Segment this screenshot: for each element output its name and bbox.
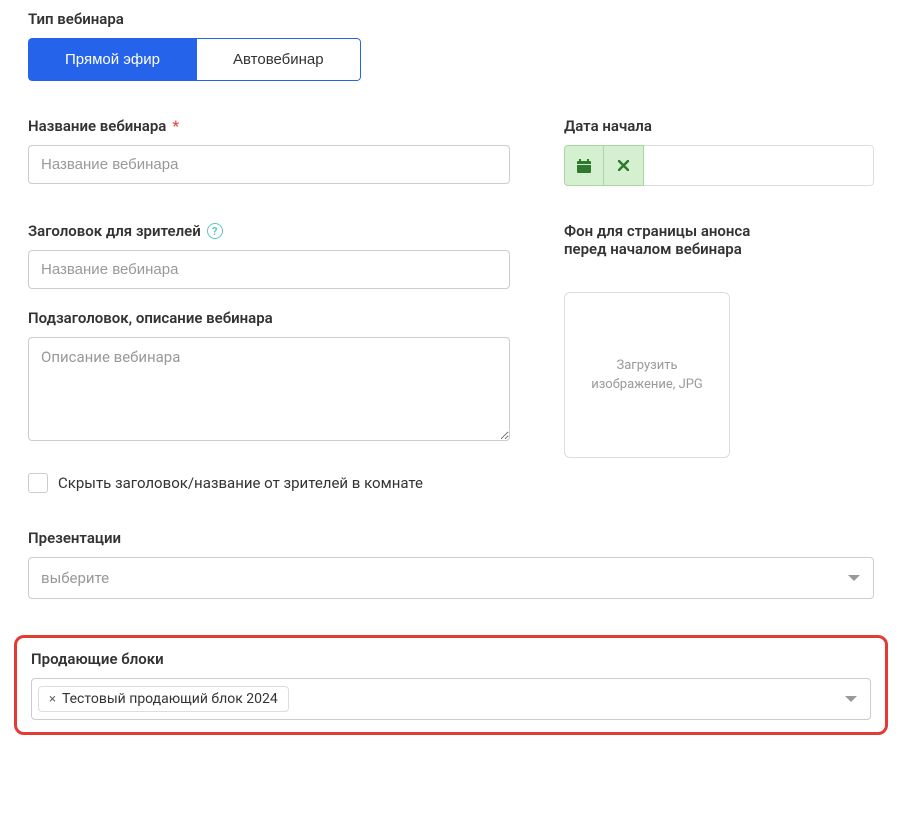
- required-mark: *: [172, 117, 179, 135]
- presentations-placeholder: выберите: [41, 569, 109, 587]
- selling-blocks-wrapper: Продающие блоки × Тестовый продающий бло…: [28, 635, 874, 735]
- background-label: Фон для страницы анонса перед началом ве…: [564, 222, 784, 258]
- selling-blocks-highlight: Продающие блоки × Тестовый продающий бло…: [14, 635, 888, 735]
- presentations-section: Презентации выберите: [28, 529, 874, 599]
- webinar-name-section: Название вебинара *: [28, 117, 510, 186]
- help-icon[interactable]: ?: [207, 223, 223, 239]
- selling-blocks-label: Продающие блоки: [31, 650, 871, 668]
- viewer-title-label: Заголовок для зрителей ?: [28, 222, 510, 240]
- background-section: Фон для страницы анонса перед началом ве…: [564, 222, 874, 529]
- selling-blocks-select[interactable]: × Тестовый продающий блок 2024: [31, 678, 871, 720]
- subtitle-textarea[interactable]: [28, 337, 510, 441]
- tab-live[interactable]: Прямой эфир: [28, 38, 197, 81]
- viewer-title-section: Заголовок для зрителей ?: [28, 222, 510, 289]
- hide-title-checkbox[interactable]: [28, 473, 48, 493]
- hide-title-label: Скрыть заголовок/название от зрителей в …: [58, 474, 423, 492]
- clear-date-button[interactable]: [604, 145, 644, 186]
- webinar-type-section: Тип вебинара Прямой эфир Автовебинар: [28, 10, 874, 81]
- calendar-button[interactable]: [564, 145, 604, 186]
- upload-image-box[interactable]: Загрузить изображение, JPG: [564, 292, 730, 458]
- selected-chip: × Тестовый продающий блок 2024: [38, 686, 289, 712]
- viewer-title-input[interactable]: [28, 250, 510, 289]
- subtitle-label: Подзаголовок, описание вебинара: [28, 309, 510, 327]
- webinar-type-label: Тип вебинара: [28, 10, 874, 28]
- upload-text: Загрузить изображение, JPG: [575, 356, 719, 395]
- close-icon: [618, 160, 629, 171]
- chevron-down-icon: [847, 569, 861, 587]
- webinar-name-label-text: Название вебинара: [28, 117, 166, 135]
- viewer-title-label-text: Заголовок для зрителей: [28, 222, 201, 240]
- date-input-group: [564, 145, 874, 186]
- subtitle-section: Подзаголовок, описание вебинара: [28, 309, 510, 445]
- presentations-label: Презентации: [28, 529, 874, 547]
- left-column: Заголовок для зрителей ? Подзаголовок, о…: [28, 222, 510, 529]
- tab-auto[interactable]: Автовебинар: [197, 38, 361, 81]
- webinar-name-input[interactable]: [28, 145, 510, 184]
- webinar-type-tabs: Прямой эфир Автовебинар: [28, 38, 361, 81]
- chevron-down-icon: [844, 690, 858, 708]
- hide-title-row: Скрыть заголовок/название от зрителей в …: [28, 473, 510, 493]
- start-date-label: Дата начала: [564, 117, 874, 135]
- chip-label: Тестовый продающий блок 2024: [62, 691, 278, 707]
- date-display[interactable]: [644, 145, 874, 186]
- presentations-select[interactable]: выберите: [28, 557, 874, 599]
- title-bg-row: Заголовок для зрителей ? Подзаголовок, о…: [28, 222, 874, 529]
- chip-remove-icon[interactable]: ×: [49, 692, 56, 707]
- name-date-row: Название вебинара * Дата начала: [28, 117, 874, 186]
- start-date-section: Дата начала: [564, 117, 874, 186]
- calendar-icon: [577, 159, 591, 173]
- webinar-name-label: Название вебинара *: [28, 117, 510, 135]
